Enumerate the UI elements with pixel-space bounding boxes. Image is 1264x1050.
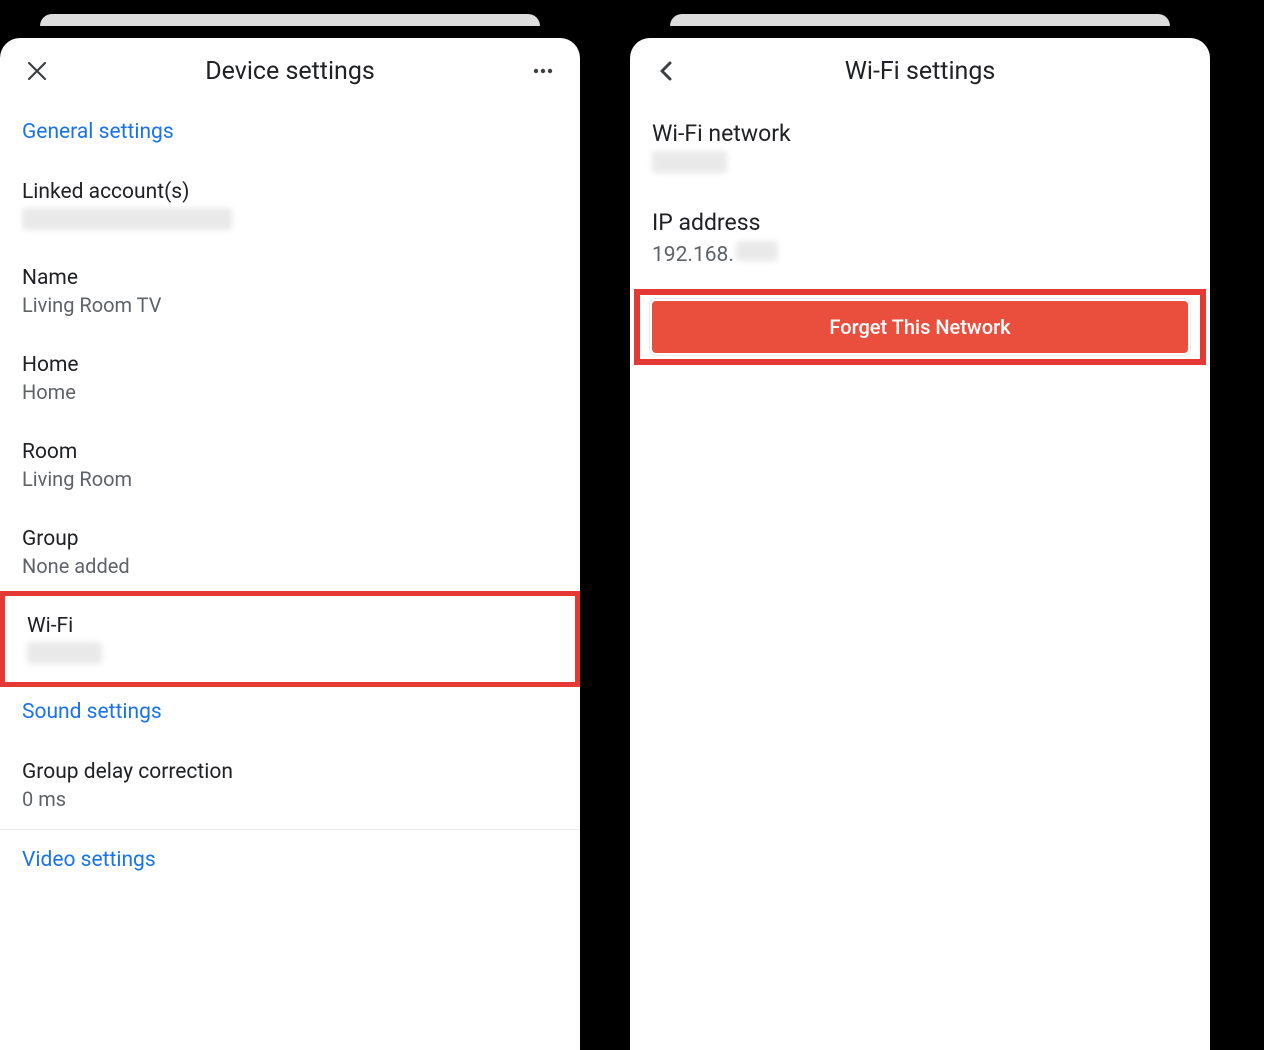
header: Device settings bbox=[0, 38, 580, 102]
forget-network-button[interactable]: Forget This Network bbox=[650, 299, 1190, 355]
room-value: Living Room bbox=[22, 467, 558, 491]
linked-accounts-label: Linked account(s) bbox=[22, 180, 558, 204]
wifi-network-row[interactable]: Wi-Fi network bbox=[630, 102, 1210, 191]
video-settings-label: Video settings bbox=[22, 848, 558, 872]
home-value: Home bbox=[22, 380, 558, 404]
linked-accounts-row[interactable]: Linked account(s) bbox=[0, 162, 580, 248]
page-title: Wi-Fi settings bbox=[682, 57, 1158, 86]
wifi-value-redacted bbox=[27, 642, 102, 664]
group-row[interactable]: Group None added bbox=[0, 509, 580, 596]
ip-address-row: IP address 192.168. bbox=[630, 191, 1210, 285]
video-settings-link[interactable]: Video settings bbox=[0, 830, 580, 890]
wifi-network-label: Wi-Fi network bbox=[652, 120, 1188, 147]
name-value: Living Room TV bbox=[22, 293, 558, 317]
home-row[interactable]: Home Home bbox=[0, 335, 580, 422]
general-settings-label: General settings bbox=[22, 120, 558, 144]
group-label: Group bbox=[22, 527, 558, 551]
notch bbox=[0, 0, 580, 12]
wifi-label: Wi-Fi bbox=[27, 614, 553, 638]
wifi-row[interactable]: Wi-Fi bbox=[0, 591, 580, 687]
device-settings-screen: Device settings General settings Linked … bbox=[0, 0, 580, 1050]
sound-settings-label: Sound settings bbox=[22, 700, 558, 724]
group-delay-value: 0 ms bbox=[22, 787, 558, 811]
forget-network-highlight: Forget This Network bbox=[634, 289, 1206, 365]
sheet-behind bbox=[40, 14, 540, 26]
group-value: None added bbox=[22, 554, 558, 578]
ip-address-label: IP address bbox=[652, 209, 1188, 236]
back-icon[interactable] bbox=[652, 56, 682, 86]
close-icon[interactable] bbox=[22, 56, 52, 86]
home-label: Home bbox=[22, 353, 558, 377]
sheet-behind bbox=[670, 14, 1170, 26]
group-delay-row[interactable]: Group delay correction 0 ms bbox=[0, 742, 580, 829]
group-delay-label: Group delay correction bbox=[22, 760, 558, 784]
sound-settings-link[interactable]: Sound settings bbox=[0, 682, 580, 742]
wifi-network-value-redacted bbox=[652, 151, 727, 173]
notch bbox=[630, 0, 1210, 12]
room-label: Room bbox=[22, 440, 558, 464]
name-label: Name bbox=[22, 266, 558, 290]
wifi-settings-screen: Wi-Fi settings Wi-Fi network IP address … bbox=[630, 0, 1210, 1050]
ip-address-prefix: 192.168. bbox=[652, 243, 734, 267]
header: Wi-Fi settings bbox=[630, 38, 1210, 102]
forget-network-label: Forget This Network bbox=[829, 315, 1010, 339]
ip-address-suffix-redacted bbox=[736, 241, 778, 261]
linked-accounts-value-redacted bbox=[22, 208, 232, 230]
general-settings-link[interactable]: General settings bbox=[0, 102, 580, 162]
page-title: Device settings bbox=[52, 57, 528, 86]
more-icon[interactable] bbox=[528, 56, 558, 86]
name-row[interactable]: Name Living Room TV bbox=[0, 248, 580, 335]
room-row[interactable]: Room Living Room bbox=[0, 422, 580, 509]
